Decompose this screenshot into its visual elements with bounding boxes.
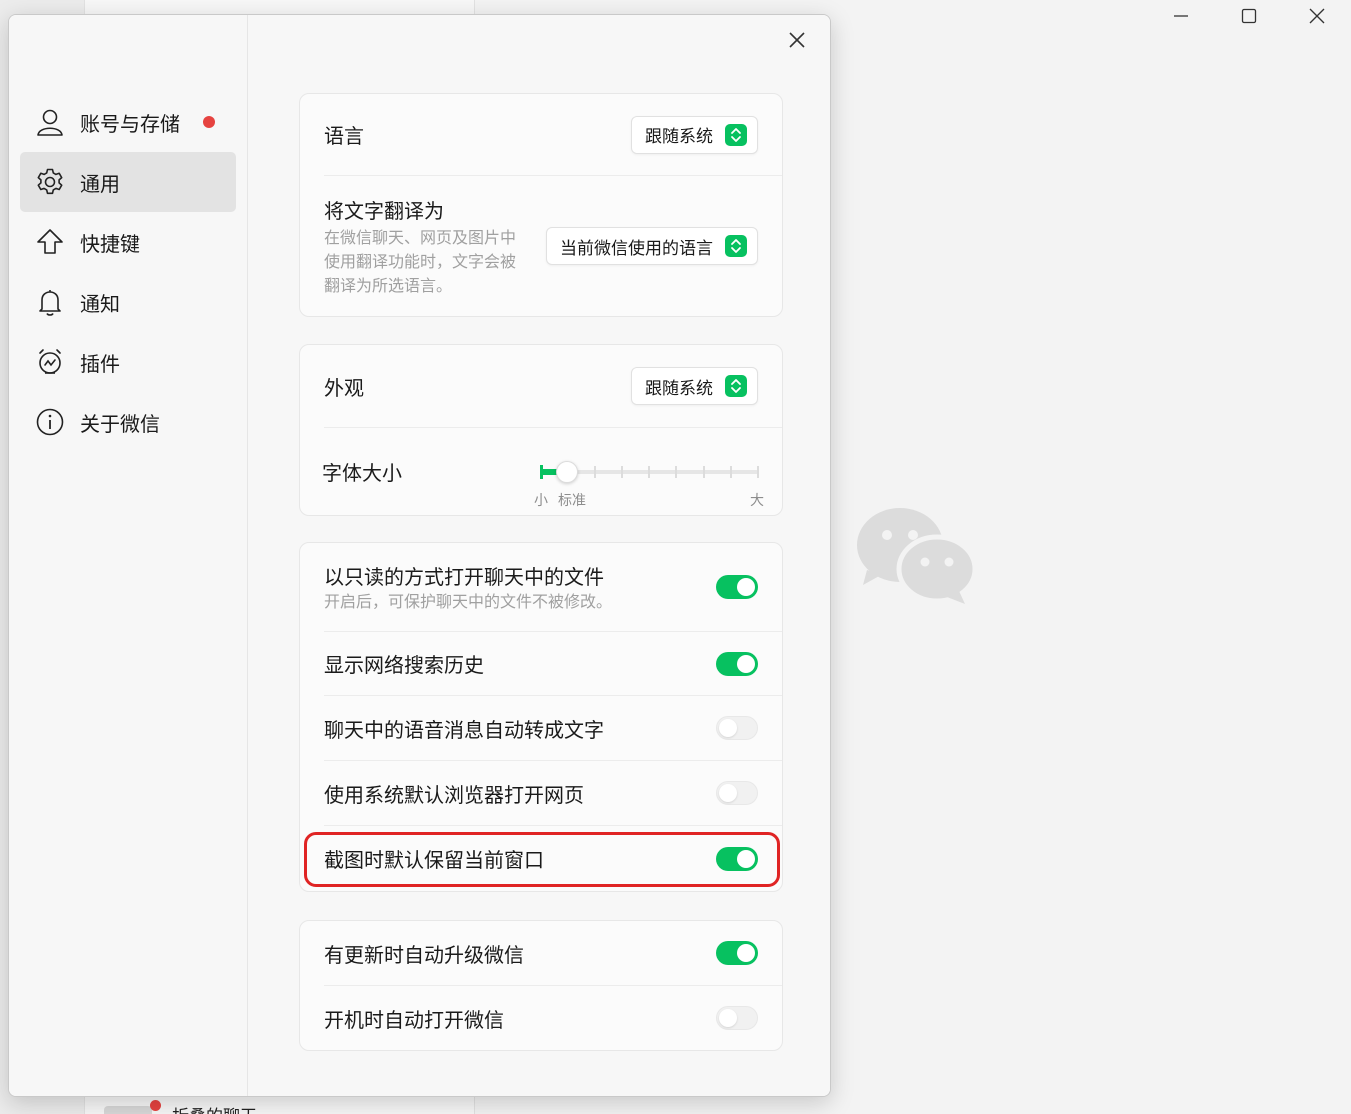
language-label: 语言 — [324, 124, 364, 148]
toggle-row: 开机时自动打开微信 — [324, 986, 782, 1050]
minimize-button[interactable] — [1147, 0, 1215, 32]
toggle-description: 开启后，可保护聊天中的文件不被修改。 — [324, 591, 613, 611]
appearance-label: 外观 — [324, 375, 364, 400]
toggle-title: 以只读的方式打开聊天中的文件 — [324, 564, 604, 589]
unread-dot — [150, 1100, 161, 1111]
appearance-card: 外观 跟随系统 字体大小 小 标准 大 — [299, 344, 783, 516]
wechat-logo-icon — [857, 508, 977, 604]
screenshot-keep-window-toggle[interactable] — [716, 846, 758, 871]
settings-sidebar: 账号与存储 通用 快捷键 通知 插件 关于微信 — [9, 15, 248, 1096]
toggle-title: 聊天中的语音消息自动转成文字 — [324, 717, 604, 742]
font-size-row: 字体大小 小 标准 大 — [322, 428, 782, 515]
toggle-row: 截图时默认保留当前窗口 — [324, 826, 782, 891]
bell-icon — [34, 286, 66, 318]
behavior-card: 以只读的方式打开聊天中的文件 开启后，可保护聊天中的文件不被修改。 显示网络搜索… — [299, 542, 783, 892]
notification-dot — [203, 116, 215, 128]
toggle-row: 聊天中的语音消息自动转成文字 — [324, 696, 782, 761]
settings-nav: 账号与存储 通用 快捷键 通知 插件 关于微信 — [20, 92, 236, 452]
close-icon — [1309, 8, 1325, 24]
slider-label-standard: 标准 — [558, 492, 586, 509]
settings-content: 语言 跟随系统 将文字翻译为 在微信聊天、网页及图片中使用翻译功能时，文字会被翻… — [249, 15, 830, 1096]
maximize-button[interactable] — [1215, 0, 1283, 32]
folded-chats-label[interactable]: 折叠的聊天 — [172, 1102, 257, 1114]
toggle-row: 使用系统默认浏览器打开网页 — [324, 761, 782, 826]
appearance-select-value: 跟随系统 — [645, 378, 713, 399]
readonly-files-toggle[interactable] — [716, 575, 758, 599]
dialog-close-button[interactable] — [782, 25, 812, 55]
slider-tick — [620, 465, 623, 478]
default-browser-toggle[interactable] — [716, 781, 758, 805]
toggle-title: 显示网络搜索历史 — [324, 653, 484, 677]
settings-dialog: 账号与存储 通用 快捷键 通知 插件 关于微信 语言 跟随系统 将文字翻译为 在… — [8, 14, 831, 1097]
toggle-row: 有更新时自动升级微信 — [324, 921, 782, 986]
sidebar-item-label: 通用 — [80, 171, 120, 196]
shortcut-icon — [34, 226, 66, 258]
sidebar-item-plugins[interactable]: 插件 — [20, 332, 236, 392]
launch-at-startup-toggle[interactable] — [716, 1006, 758, 1030]
sidebar-item-shortcuts[interactable]: 快捷键 — [20, 212, 236, 272]
slider-knob[interactable] — [556, 460, 579, 483]
sidebar-item-label: 通知 — [80, 291, 120, 316]
window-controls — [1147, 0, 1351, 32]
sidebar-item-label: 关于微信 — [80, 411, 160, 436]
translate-description: 在微信聊天、网页及图片中使用翻译功能时，文字会被翻译为所选语言。 — [324, 227, 517, 295]
sidebar-item-notifications[interactable]: 通知 — [20, 272, 236, 332]
slider-tick — [648, 465, 650, 478]
translate-row: 将文字翻译为 在微信聊天、网页及图片中使用翻译功能时，文字会被翻译为所选语言。 … — [324, 176, 782, 316]
sidebar-item-label: 账号与存储 — [80, 111, 180, 136]
sidebar-item-about[interactable]: 关于微信 — [20, 392, 236, 452]
slider-tick — [702, 465, 705, 478]
language-select-value: 跟随系统 — [645, 127, 713, 147]
slider-tick — [593, 465, 596, 478]
chevron-updown-icon — [725, 235, 747, 257]
sidebar-item-account-storage[interactable]: 账号与存储 — [20, 92, 236, 152]
toggle-title: 开机时自动打开微信 — [324, 1007, 504, 1032]
sidebar-item-general[interactable]: 通用 — [20, 152, 236, 212]
font-size-slider[interactable]: 小 标准 大 — [534, 442, 764, 509]
plugin-icon — [34, 346, 66, 378]
gear-icon — [34, 166, 66, 198]
font-size-label: 字体大小 — [322, 461, 402, 485]
translate-language-select[interactable]: 当前微信使用的语言 — [546, 227, 758, 265]
minimize-icon — [1174, 15, 1188, 17]
toggle-row: 显示网络搜索历史 — [324, 632, 782, 696]
slider-start-mark — [540, 464, 543, 479]
translate-select-value: 当前微信使用的语言 — [560, 238, 713, 259]
appearance-row: 外观 跟随系统 — [324, 345, 782, 428]
chat-avatar — [104, 1106, 152, 1114]
maximize-icon — [1241, 8, 1257, 24]
toggle-title: 使用系统默认浏览器打开网页 — [324, 782, 584, 807]
appearance-select[interactable]: 跟随系统 — [631, 367, 758, 405]
slider-label-large: 大 — [750, 492, 764, 509]
chevron-updown-icon — [725, 375, 747, 397]
toggle-row: 以只读的方式打开聊天中的文件 开启后，可保护聊天中的文件不被修改。 — [324, 543, 782, 632]
translate-label: 将文字翻译为 — [324, 198, 444, 223]
toggle-title: 有更新时自动升级微信 — [324, 942, 524, 967]
info-icon — [34, 406, 66, 438]
language-row: 语言 跟随系统 — [324, 94, 782, 176]
slider-tick — [757, 465, 759, 478]
person-icon — [34, 106, 66, 138]
auto-update-toggle[interactable] — [716, 941, 758, 965]
slider-tick — [729, 465, 732, 478]
sidebar-item-label: 快捷键 — [80, 231, 140, 256]
window-close-button[interactable] — [1283, 0, 1351, 32]
language-select[interactable]: 跟随系统 — [631, 115, 758, 154]
close-icon — [789, 32, 805, 48]
language-card: 语言 跟随系统 将文字翻译为 在微信聊天、网页及图片中使用翻译功能时，文字会被翻… — [299, 93, 783, 317]
toggle-title: 截图时默认保留当前窗口 — [324, 848, 544, 872]
search-history-toggle[interactable] — [716, 651, 758, 676]
sidebar-item-label: 插件 — [80, 351, 120, 376]
voice-to-text-toggle[interactable] — [716, 716, 758, 740]
chevron-updown-icon — [725, 123, 747, 146]
slider-label-small: 小 — [534, 492, 548, 509]
slider-tick — [675, 465, 678, 478]
startup-card: 有更新时自动升级微信 开机时自动打开微信 — [299, 920, 783, 1051]
